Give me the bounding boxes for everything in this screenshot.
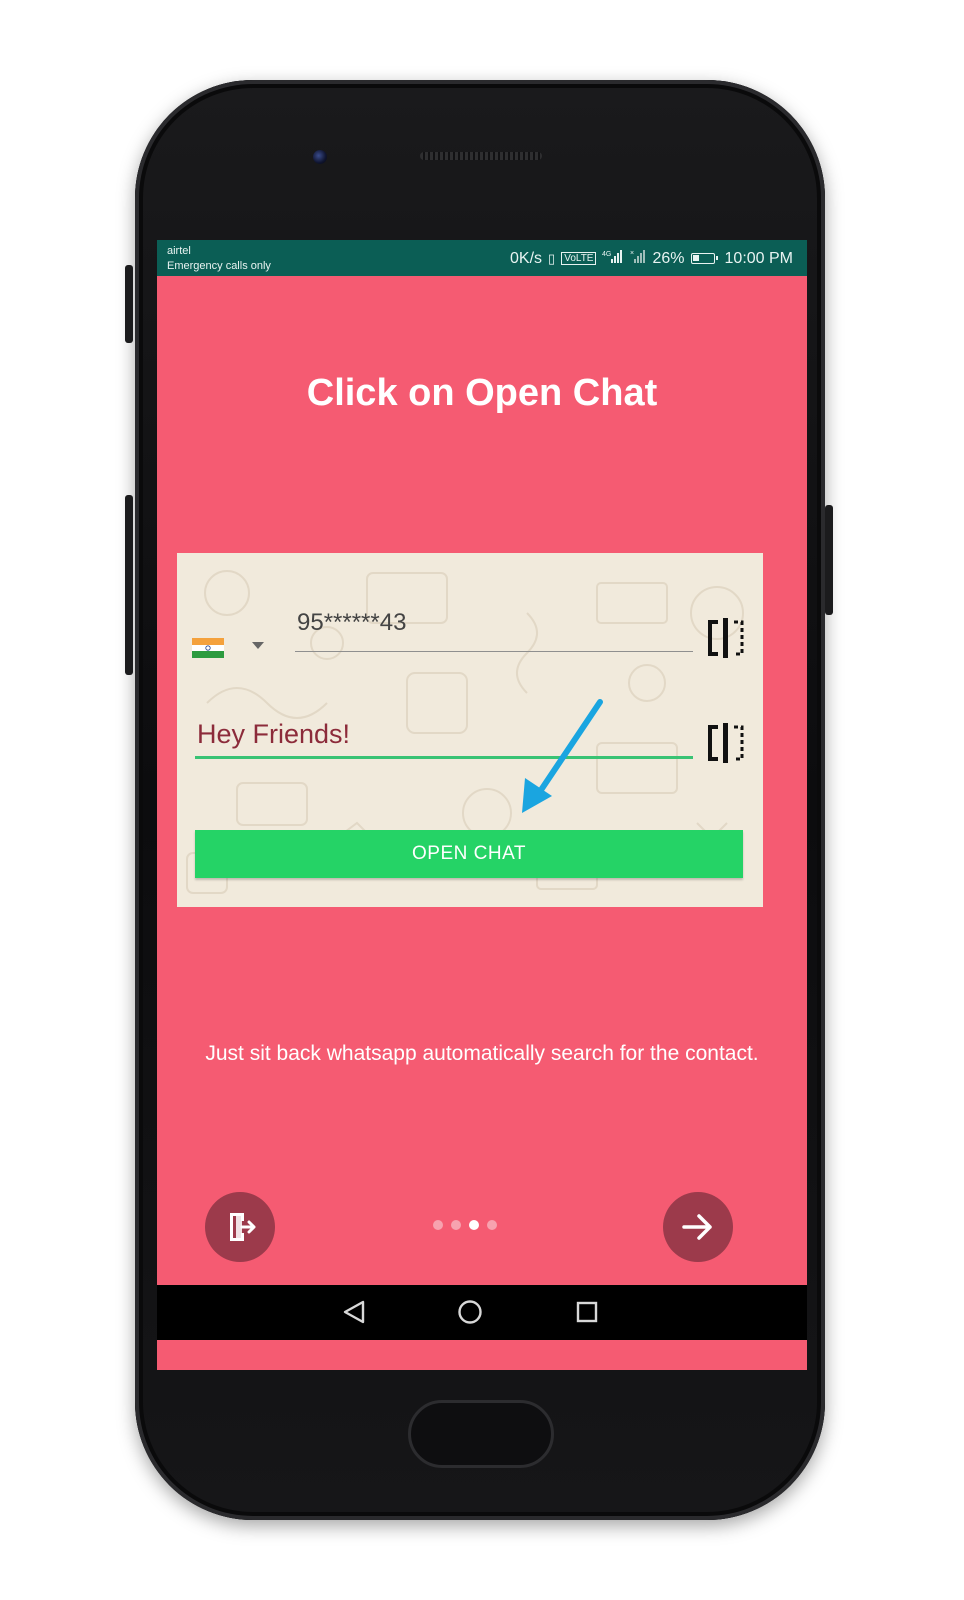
pointer-arrow-icon bbox=[522, 699, 603, 813]
status-bar: airtel Emergency calls only 0K/s ▯ VoLTE… bbox=[157, 240, 807, 276]
volume-down-button bbox=[125, 495, 133, 675]
page-title: Click on Open Chat bbox=[306, 372, 658, 414]
message-field-underline bbox=[195, 756, 693, 759]
tutorial-screenshot: 95******43 Hey Friends! OPEN CHAT bbox=[177, 553, 763, 907]
phone-number-input[interactable]: 95******43 bbox=[297, 609, 406, 637]
triangle-back-icon[interactable] bbox=[341, 1299, 367, 1325]
chevron-down-icon[interactable] bbox=[252, 642, 264, 649]
paste-message-icon[interactable] bbox=[704, 721, 748, 765]
earpiece-speaker bbox=[420, 152, 542, 160]
battery-percent: 26% bbox=[652, 249, 685, 267]
page-dot[interactable] bbox=[433, 1220, 443, 1230]
screen: airtel Emergency calls only 0K/s ▯ VoLTE… bbox=[157, 240, 807, 1370]
arrow-right-icon bbox=[682, 1214, 712, 1240]
home-button[interactable] bbox=[408, 1400, 554, 1468]
clock: 10:00 PM bbox=[724, 249, 793, 267]
network-type: 4G bbox=[602, 251, 611, 258]
data-speed: 0K/s bbox=[510, 249, 543, 267]
volume-button bbox=[125, 265, 133, 343]
carrier-status: Emergency calls only bbox=[167, 260, 271, 272]
phone-field-underline bbox=[295, 651, 693, 652]
page-dot-active[interactable] bbox=[469, 1220, 479, 1230]
front-camera bbox=[313, 150, 327, 164]
description-text: Just sit back whatsapp automatically sea… bbox=[205, 1042, 759, 1065]
india-flag-icon[interactable] bbox=[192, 638, 224, 658]
circle-home-icon[interactable] bbox=[457, 1299, 483, 1325]
navigation-bar bbox=[157, 1285, 807, 1340]
signal-icon: 4G bbox=[602, 249, 624, 268]
page-dot[interactable] bbox=[451, 1220, 461, 1230]
exit-door-icon bbox=[230, 1213, 256, 1241]
svg-text:×: × bbox=[630, 250, 634, 257]
status-indicators: 0K/s ▯ VoLTE 4G × 26% 10:00 PM bbox=[510, 249, 793, 268]
battery-icon bbox=[690, 253, 718, 264]
carrier-name: airtel bbox=[167, 245, 191, 257]
paste-field-icon[interactable] bbox=[704, 616, 748, 660]
next-button[interactable] bbox=[663, 1192, 733, 1262]
square-recents-icon[interactable] bbox=[574, 1299, 600, 1325]
page-dot[interactable] bbox=[487, 1220, 497, 1230]
page-indicator bbox=[433, 1220, 497, 1230]
message-input[interactable]: Hey Friends! bbox=[197, 719, 350, 750]
power-button bbox=[825, 505, 833, 615]
no-signal-icon: × bbox=[630, 249, 646, 268]
open-chat-button[interactable]: OPEN CHAT bbox=[195, 830, 743, 878]
skip-button[interactable] bbox=[205, 1192, 275, 1262]
volte-icon: VoLTE bbox=[561, 252, 597, 265]
vibrate-icon: ▯ bbox=[548, 250, 556, 266]
